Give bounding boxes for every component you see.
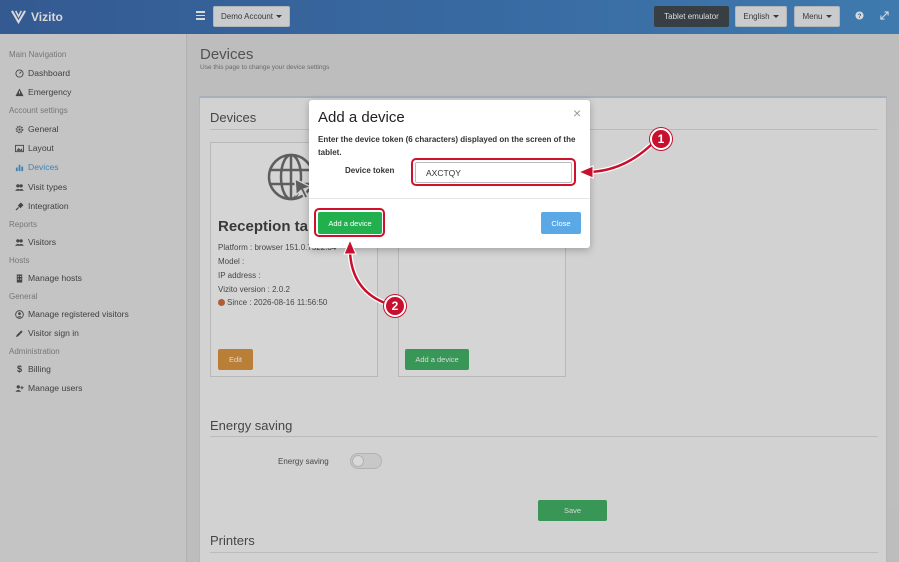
- step-marker-2: 2: [384, 295, 406, 317]
- step-marker-1: 1: [650, 128, 672, 150]
- annotation-arrows: [343, 142, 654, 306]
